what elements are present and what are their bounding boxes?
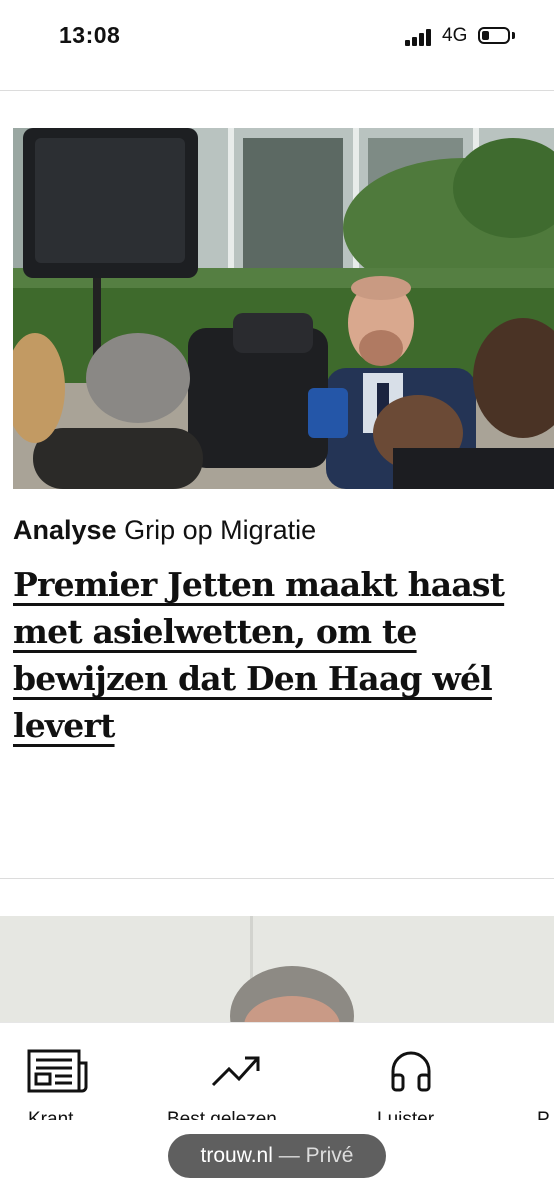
url-domain: trouw.nl: [200, 1144, 273, 1167]
headphones-icon: [391, 1051, 431, 1092]
divider: [0, 90, 554, 91]
trending-up-icon: [211, 1056, 260, 1087]
battery-cap: [512, 32, 515, 39]
tab-label: Best gelezen: [167, 1109, 277, 1120]
private-mode-label: Privé: [305, 1144, 354, 1167]
status-time: 13:08: [59, 22, 121, 48]
kicker-label: Analyse: [13, 515, 117, 545]
divider: [0, 878, 554, 879]
article-image-2[interactable]: [0, 916, 554, 1026]
signal-icon: [405, 28, 435, 46]
tab-krant[interactable]: Krant: [0, 1023, 130, 1120]
newspaper-icon: [27, 1049, 88, 1093]
tab-luister[interactable]: Luister: [375, 1023, 475, 1120]
article-headline-link[interactable]: Premier Jetten maakt haast met asielwett…: [13, 565, 505, 745]
article-kicker[interactable]: Analyse Grip op Migratie: [13, 515, 316, 546]
network-type: 4G: [442, 25, 468, 46]
status-bar: 13:08 4G: [0, 0, 554, 74]
article-headline[interactable]: Premier Jetten maakt haast met asielwett…: [13, 561, 533, 749]
tab-partial[interactable]: P: [535, 1023, 554, 1120]
tab-label: Krant: [28, 1109, 74, 1120]
browser-url-bar[interactable]: trouw.nl — Privé: [168, 1134, 386, 1178]
kicker-topic: Grip op Migratie: [124, 515, 317, 545]
tab-label: Luister: [377, 1109, 435, 1120]
tab-label: P: [537, 1109, 550, 1120]
article-hero-image[interactable]: [13, 128, 554, 489]
tab-best-gelezen[interactable]: Best gelezen: [165, 1023, 310, 1120]
url-separator: —: [278, 1144, 300, 1167]
battery-icon: [478, 27, 510, 44]
